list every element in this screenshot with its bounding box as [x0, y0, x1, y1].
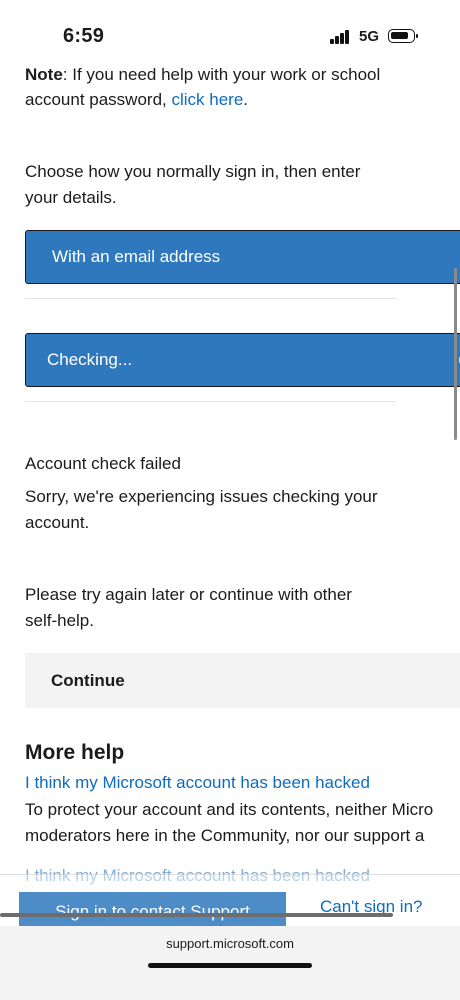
checking-button[interactable]: Checking...: [25, 333, 460, 387]
page-scrubber[interactable]: [0, 913, 393, 917]
status-bar: 6:59 5G: [0, 0, 460, 62]
divider: [25, 401, 396, 402]
url-bar[interactable]: support.microsoft.com: [0, 936, 460, 951]
choose-line-2: your details.: [25, 188, 117, 207]
page-content: Note: If you need help with your work or…: [0, 0, 460, 1000]
scrollbar[interactable]: [454, 268, 457, 440]
cellular-signal-icon: [330, 29, 350, 44]
password-text: account password,: [25, 90, 172, 109]
error-title: Account check failed: [25, 454, 181, 473]
note-line: Note: If you need help with your work or…: [25, 62, 380, 88]
more-help-desc-line-2: moderators here in the Community, nor ou…: [25, 826, 425, 845]
error-line-2: account.: [25, 513, 90, 532]
note-text: : If you need help with your work or sch…: [62, 65, 381, 84]
sign-in-button-label: Sign in to contact Support: [55, 902, 250, 921]
home-indicator: [148, 963, 312, 968]
choose-line-1: Choose how you normally sign in, then en…: [25, 162, 361, 181]
retry-line-1: Please try again later or continue with …: [25, 585, 352, 604]
browser-toolbar: support.microsoft.com: [0, 926, 460, 1000]
retry-line-2: self-help.: [25, 611, 94, 630]
password-line: account password, click here.: [25, 87, 248, 113]
continue-button[interactable]: Continue: [25, 653, 460, 708]
email-address-button-label: With an email address: [52, 247, 221, 266]
error-line-1: Sorry, we're experiencing issues checkin…: [25, 487, 378, 506]
hacked-account-link[interactable]: I think my Microsoft account has been ha…: [25, 770, 370, 796]
checking-button-label: Checking...: [47, 350, 133, 369]
more-help-desc-line-1: To protect your account and its contents…: [25, 800, 434, 819]
period: .: [243, 90, 249, 109]
divider: [25, 298, 396, 299]
email-address-button[interactable]: With an email address: [25, 230, 460, 284]
more-help-heading: More help: [25, 741, 125, 764]
network-type: 5G: [359, 28, 380, 45]
click-here-link[interactable]: click here: [171, 90, 243, 109]
battery-icon: [388, 29, 418, 43]
status-time: 6:59: [63, 25, 105, 47]
note-label: Note: [25, 65, 63, 84]
continue-button-label: Continue: [51, 670, 125, 690]
bottom-bar: Sign in to contact Support Can't sign in…: [0, 874, 460, 1000]
